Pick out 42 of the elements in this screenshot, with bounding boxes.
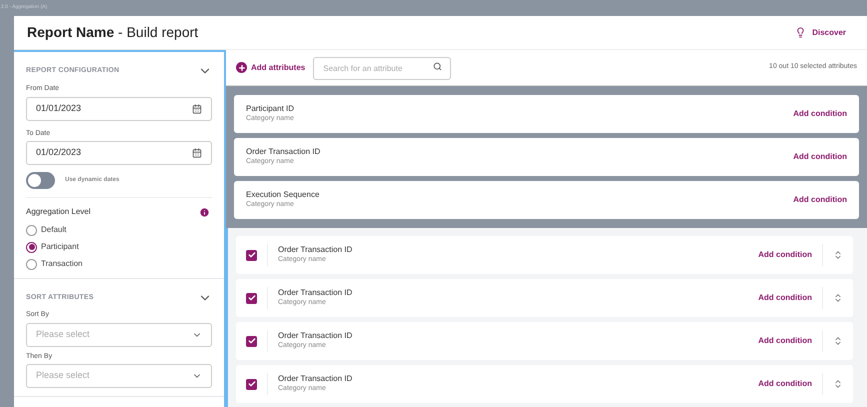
radio-button[interactable] (26, 258, 37, 270)
attribute-name: Order Transaction ID (278, 374, 354, 384)
plus-icon (236, 62, 247, 73)
search-icon[interactable] (433, 62, 442, 71)
add-condition-link[interactable]: Add condition (758, 378, 812, 390)
aggregation-label: Aggregation Level (26, 206, 90, 218)
checkbox[interactable] (246, 250, 257, 260)
drag-handle-icon[interactable] (833, 379, 843, 389)
attribute-name: Order Transaction ID (278, 245, 354, 255)
drag-handle-icon[interactable] (833, 293, 843, 303)
page-title: Report Name - Build report (27, 23, 198, 42)
add-condition-link[interactable]: Add condition (793, 151, 847, 163)
add-attributes-button[interactable]: Add attributes (236, 62, 306, 74)
add-condition-link[interactable]: Add condition (758, 249, 812, 261)
drag-handle-icon[interactable] (833, 336, 843, 346)
add-condition-link[interactable]: Add condition (758, 292, 812, 304)
add-condition-link[interactable]: Add condition (758, 335, 812, 347)
toggle-switch[interactable] (26, 172, 55, 189)
calendar-icon[interactable] (192, 104, 202, 114)
radio-button[interactable] (26, 242, 37, 252)
attribute-name: Order Transaction ID (278, 331, 354, 341)
calendar-icon[interactable] (192, 148, 202, 158)
checkbox[interactable] (246, 292, 257, 304)
add-condition-link[interactable]: Add condition (793, 108, 847, 120)
attribute-name: Participant ID (246, 104, 296, 114)
add-condition-link[interactable]: Add condition (793, 194, 847, 206)
radio-button[interactable] (26, 224, 37, 236)
attribute-name: Order Transaction ID (278, 288, 354, 298)
checkbox[interactable] (246, 378, 257, 390)
date-field[interactable]: 01/01/2023 (26, 96, 212, 120)
attribute-name: Execution Sequence (246, 190, 320, 200)
attribute-name: Order Transaction ID (246, 147, 322, 157)
info-icon[interactable] (199, 206, 210, 218)
checkbox[interactable] (246, 336, 257, 346)
lightbulb-icon (795, 27, 806, 38)
drag-handle-icon[interactable] (833, 250, 843, 260)
radio-option[interactable]: Default (26, 224, 212, 236)
radio-option[interactable]: Participant (26, 241, 212, 253)
discover-button[interactable]: Discover (795, 26, 854, 38)
radio-option[interactable]: Transaction (26, 258, 212, 270)
search-field[interactable]: Search for an attribute (313, 57, 452, 80)
date-field[interactable]: 01/02/2023 (26, 141, 212, 165)
